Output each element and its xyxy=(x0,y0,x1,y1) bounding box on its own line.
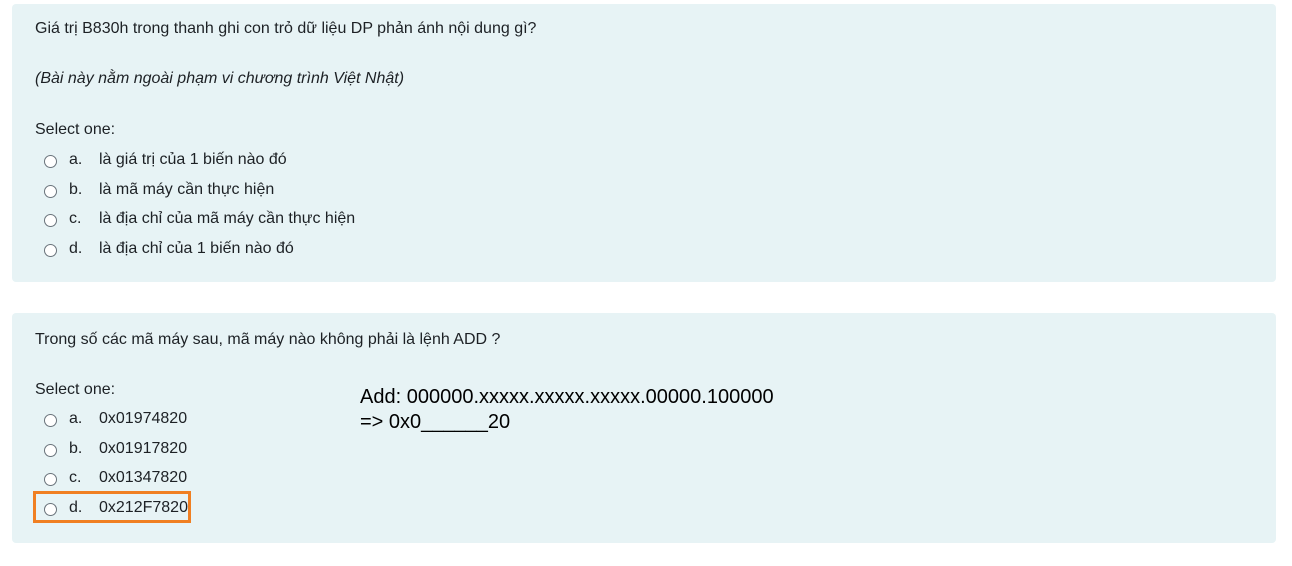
answer-option-d[interactable]: d. là địa chỉ của 1 biến nào đó xyxy=(44,239,384,269)
answer-text[interactable]: là địa chỉ của 1 biến nào đó xyxy=(99,239,294,259)
question-note: (Bài này nằm ngoài phạm vi chương trình … xyxy=(35,70,405,87)
answer-option-b[interactable]: b. là mã máy cần thực hiện xyxy=(44,180,384,210)
answer-option-b[interactable]: b. 0x01917820 xyxy=(44,439,384,469)
radio-button[interactable] xyxy=(44,184,57,198)
answer-text[interactable]: là giá trị của 1 biến nào đó xyxy=(99,150,287,170)
select-one-prompt: Select one: xyxy=(35,121,116,138)
question-text: Trong số các mã máy sau, mã máy nào khôn… xyxy=(35,331,501,348)
annotation-line-1: Add: 000000.xxxxx.xxxxx.xxxxx.00000.1000… xyxy=(360,386,774,408)
question-text: Giá trị B830h trong thanh ghi con trỏ dữ… xyxy=(35,20,537,37)
radio-button[interactable] xyxy=(44,473,57,487)
highlight-box xyxy=(33,491,191,523)
answer-letter: b. xyxy=(69,180,83,198)
radio-button[interactable] xyxy=(44,443,57,457)
question-card-2: Trong số các mã máy sau, mã máy nào khôn… xyxy=(12,313,1276,543)
answer-letter: d. xyxy=(69,239,83,257)
question-card-1: Giá trị B830h trong thanh ghi con trỏ dữ… xyxy=(12,4,1276,282)
answer-letter: a. xyxy=(69,410,83,427)
radio-button[interactable] xyxy=(44,243,57,257)
answer-option-a[interactable]: a. là giá trị của 1 biến nào đó xyxy=(44,150,384,180)
annotation-line-2: => 0x0______20 xyxy=(360,411,511,433)
answer-text[interactable]: là địa chỉ của mã máy cần thực hiện xyxy=(99,209,355,229)
radio-button[interactable] xyxy=(44,414,57,427)
radio-button[interactable] xyxy=(44,155,57,168)
answer-letter: a. xyxy=(69,151,83,168)
answer-text[interactable]: 0x01917820 xyxy=(99,439,187,459)
answer-text[interactable]: là mã máy cần thực hiện xyxy=(99,180,274,200)
answer-letter: c. xyxy=(69,210,82,228)
answer-letter: c. xyxy=(69,469,82,487)
answer-option-c[interactable]: c. là địa chỉ của mã máy cần thực hiện xyxy=(44,209,384,239)
answer-letter: b. xyxy=(69,439,83,457)
radio-button[interactable] xyxy=(44,214,57,228)
select-one-prompt: Select one: xyxy=(35,381,116,398)
answer-text[interactable]: 0x01974820 xyxy=(99,409,187,429)
answer-option-a[interactable]: a. 0x01974820 xyxy=(44,409,384,439)
answer-list: a. là giá trị của 1 biến nào đó b. là mã… xyxy=(44,150,384,268)
answer-text[interactable]: 0x01347820 xyxy=(99,468,187,488)
